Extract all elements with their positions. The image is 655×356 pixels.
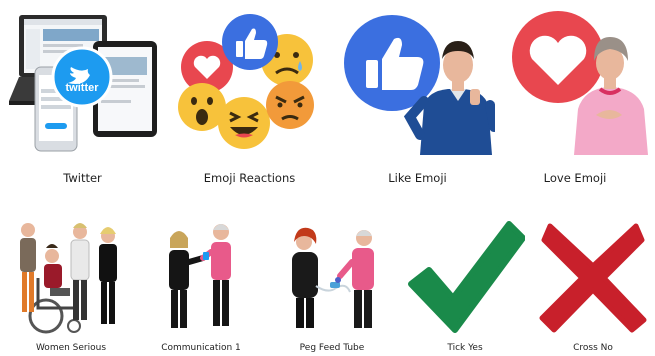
gallery-item-twitter[interactable]: twitter (5, 5, 160, 155)
emoji-reactions-picture (178, 14, 314, 149)
twitter-logo-text: twitter (66, 82, 100, 94)
like-emoji-picture (344, 15, 495, 155)
love-emoji-picture (512, 11, 648, 155)
tick-icon (408, 221, 525, 333)
gallery-item-like-emoji[interactable] (340, 5, 495, 155)
label-love-emoji: Love Emoji (543, 171, 607, 185)
gallery-item-women-serious[interactable] (10, 218, 132, 336)
label-tick-yes: Tick Yes (447, 343, 483, 353)
label-peg-feed-tube: Peg Feed Tube (299, 343, 365, 353)
women-serious-picture (20, 223, 117, 334)
label-like-emoji: Like Emoji (388, 171, 447, 185)
gallery-item-communication[interactable] (145, 218, 257, 336)
gallery-item-emoji-reactions[interactable] (172, 5, 327, 155)
gallery-item-love-emoji[interactable] (500, 5, 650, 155)
gallery-item-tick-yes[interactable] (405, 218, 525, 336)
gallery-item-peg-feed-tube[interactable] (270, 218, 394, 336)
cross-icon (539, 223, 647, 333)
label-women-serious: Women Serious (35, 343, 107, 353)
label-twitter: Twitter (63, 171, 102, 185)
label-emoji-reactions: Emoji Reactions (203, 171, 296, 185)
label-cross-no: Cross No (573, 343, 613, 353)
peg-feed-tube-picture (292, 227, 374, 328)
twitter-devices-picture: twitter (9, 15, 157, 152)
gallery-item-cross-no[interactable] (538, 218, 648, 336)
communication-picture (169, 224, 231, 328)
label-communication: Communication 1 (161, 343, 241, 353)
